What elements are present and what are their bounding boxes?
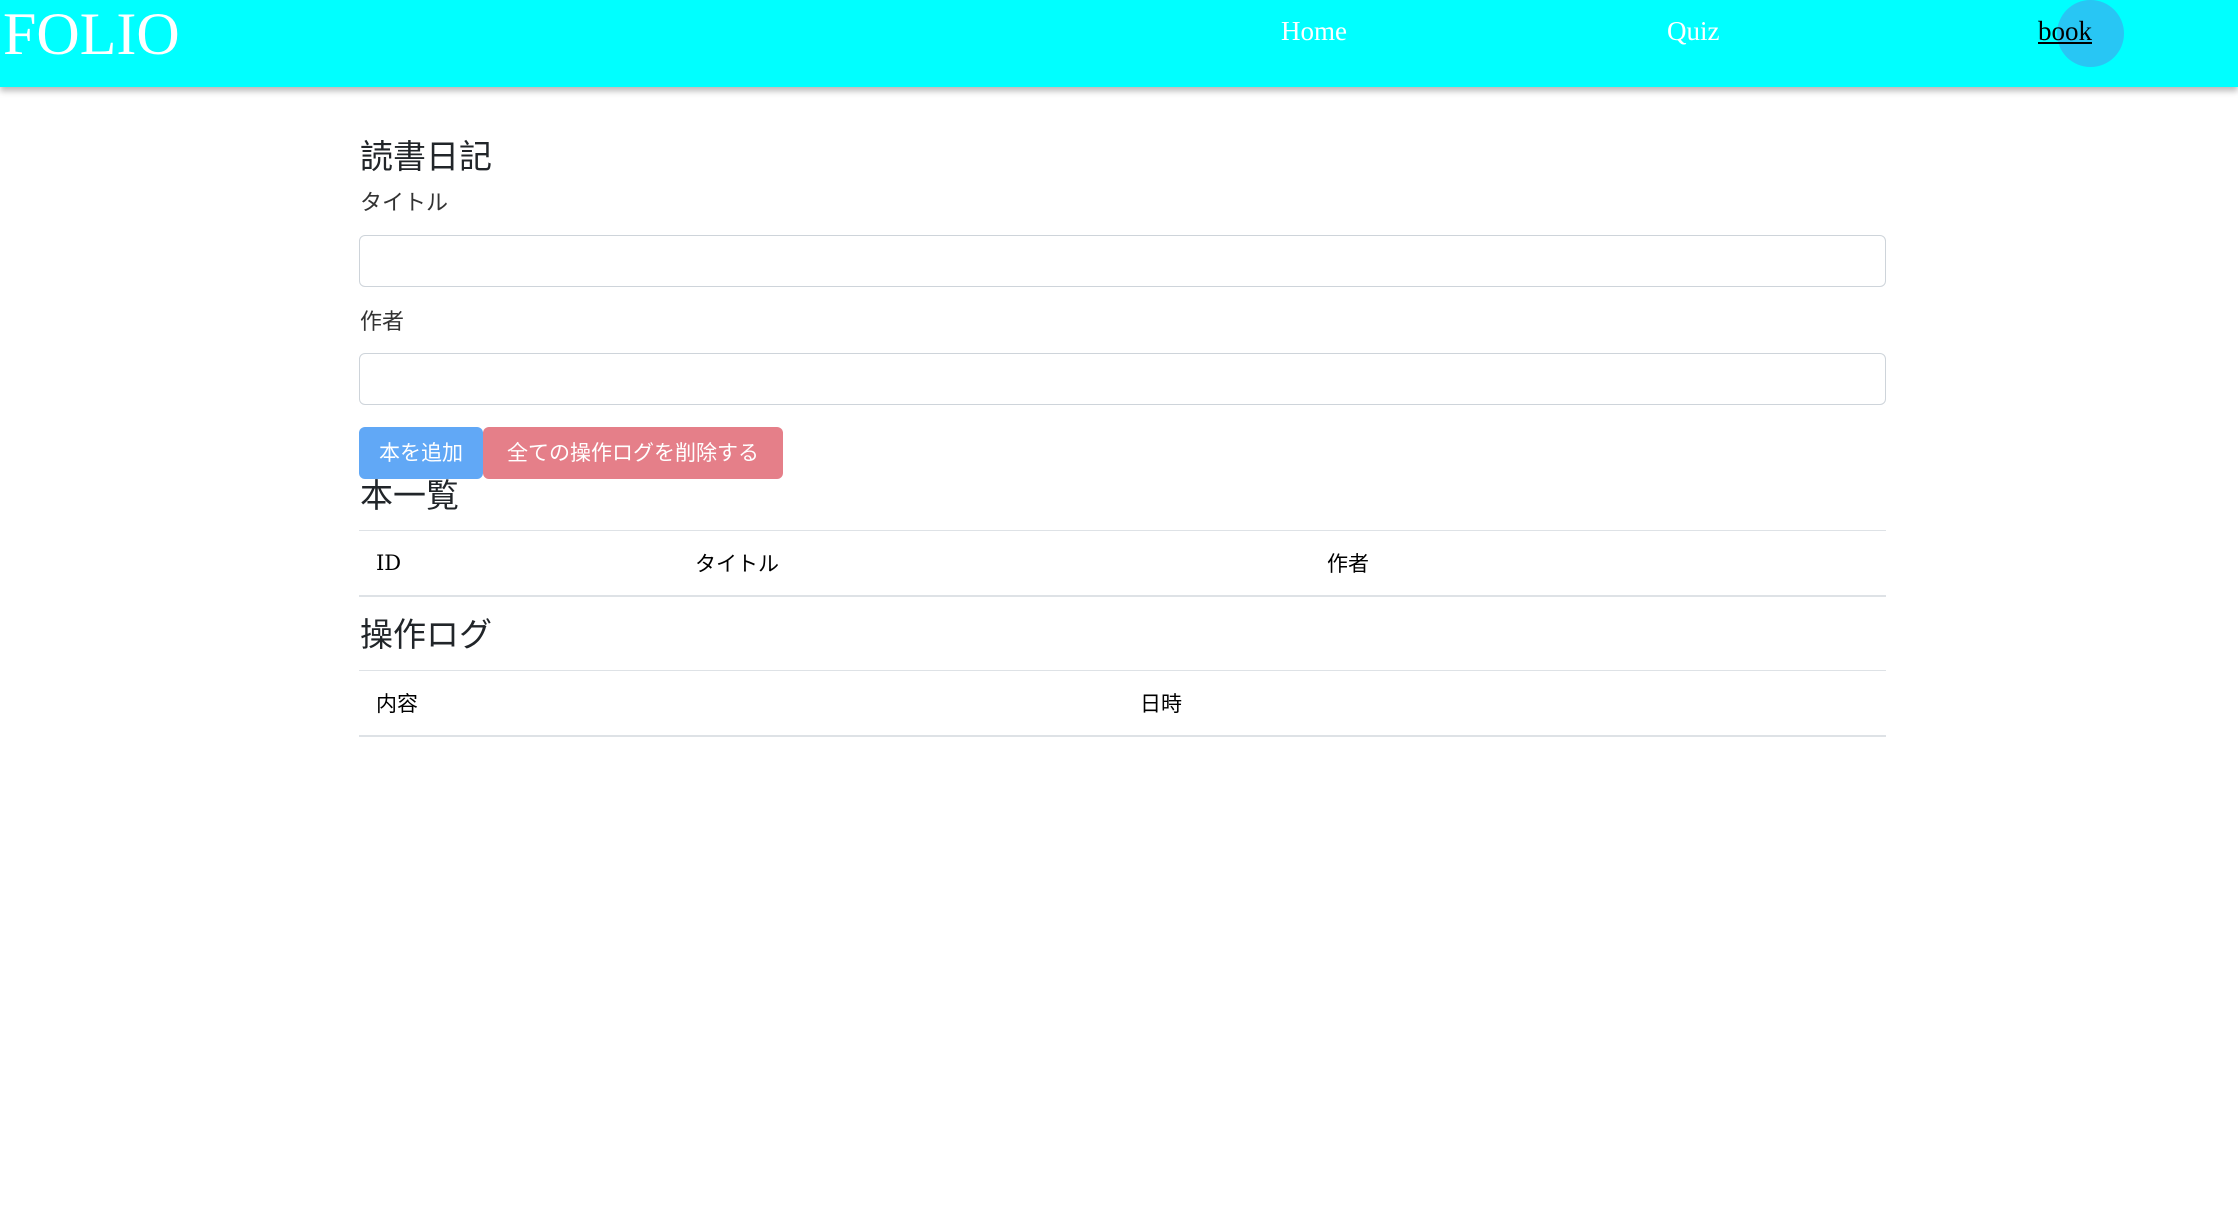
column-header-datetime: 日時: [1123, 670, 1886, 737]
book-list-heading: 本一覧: [360, 476, 459, 515]
operation-log-heading: 操作ログ: [360, 615, 492, 654]
nav-link-book[interactable]: book: [2038, 14, 2092, 48]
table-header-row: 内容 日時: [359, 670, 1886, 737]
page-title: 読書日記: [360, 137, 492, 176]
delete-all-logs-button[interactable]: 全ての操作ログを削除する: [483, 427, 783, 479]
column-header-content: 内容: [359, 670, 1123, 737]
operation-log-table: 内容 日時: [359, 670, 1886, 737]
title-input[interactable]: [359, 235, 1886, 287]
author-input[interactable]: [359, 353, 1886, 405]
nav-link-quiz[interactable]: Quiz: [1667, 14, 1719, 48]
column-header-title: タイトル: [678, 530, 1310, 597]
add-book-button[interactable]: 本を追加: [359, 427, 483, 479]
column-header-id: ID: [359, 530, 678, 597]
author-field-label: 作者: [360, 310, 405, 335]
nav-link-home[interactable]: Home: [1281, 14, 1347, 48]
title-field-label: タイトル: [360, 191, 449, 216]
brand-logo[interactable]: FOLIO: [3, 2, 180, 66]
column-header-author: 作者: [1310, 530, 1886, 597]
top-navbar: FOLIO Home Quiz book: [0, 0, 2238, 87]
table-header-row: ID タイトル 作者: [359, 530, 1886, 597]
book-list-table: ID タイトル 作者: [359, 530, 1886, 597]
